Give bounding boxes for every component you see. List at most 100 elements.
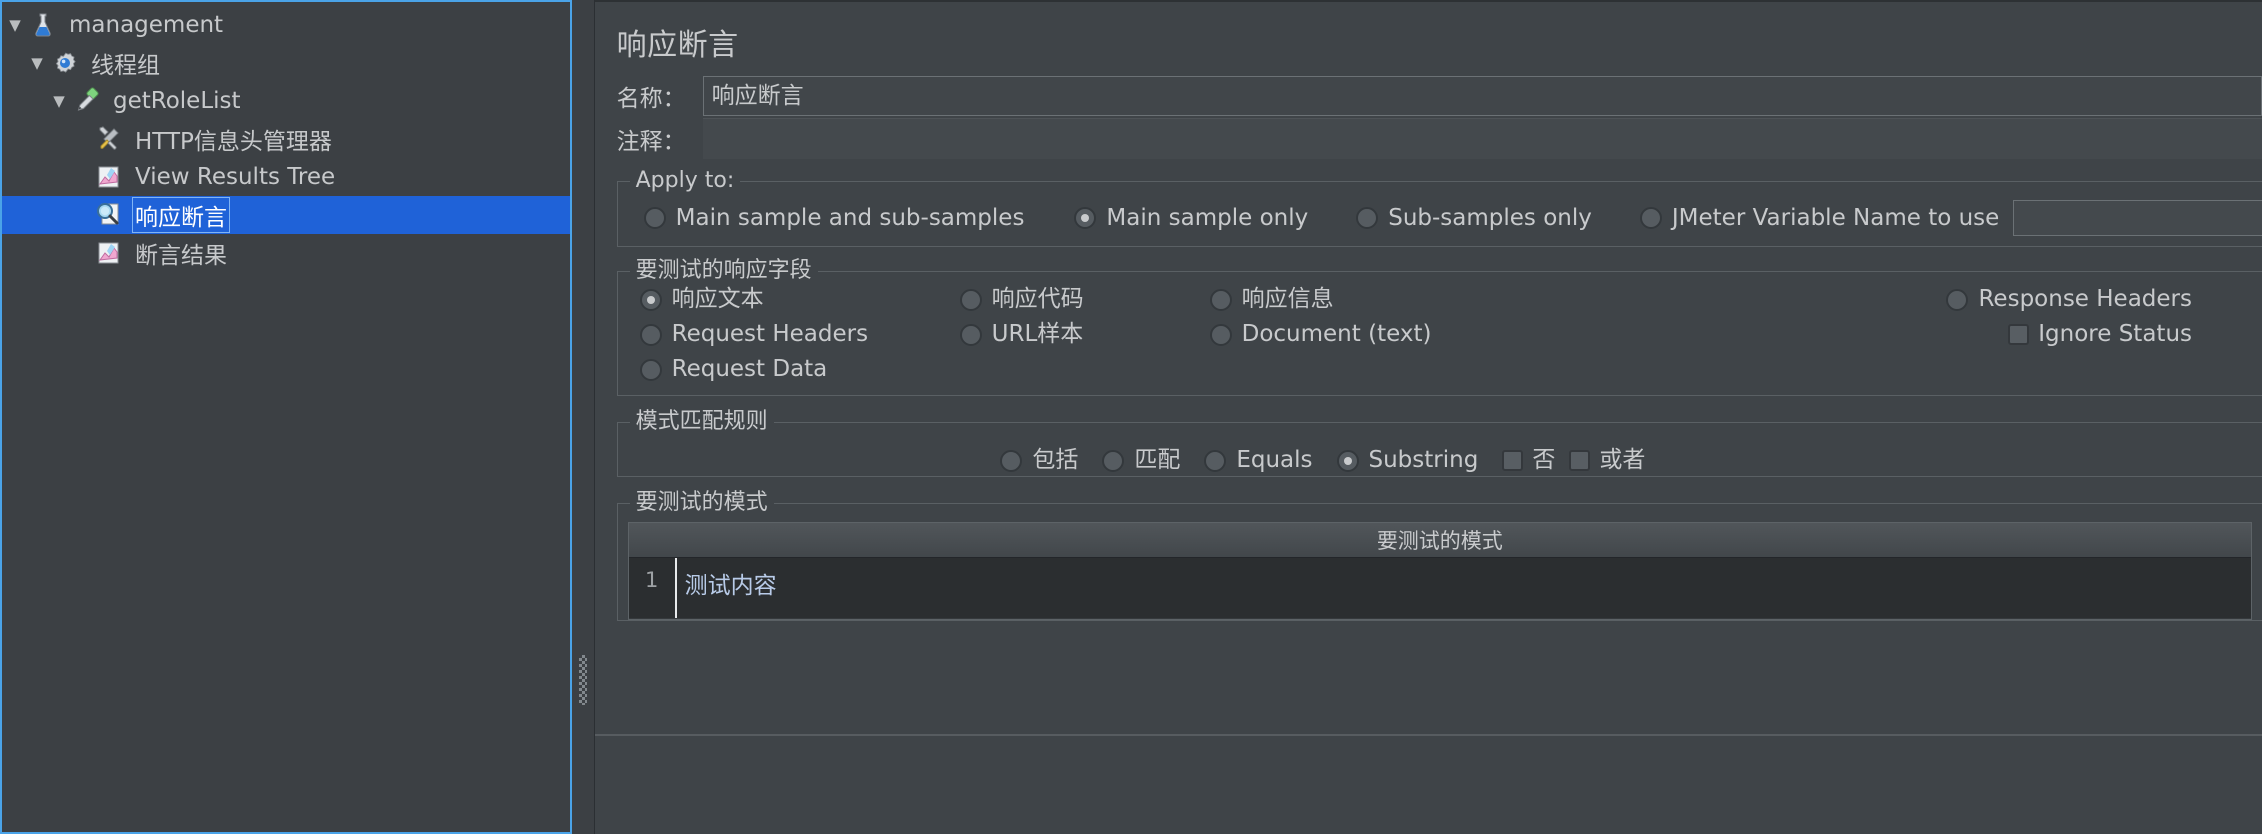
jmeter-window: ▼ management ▼ 线程组 ▼ getRoleList ▼HTTP信息头管理器▼V… (0, 0, 2262, 834)
pattern-rule-option-4[interactable]: 否 (1502, 449, 1555, 472)
radio-icon[interactable] (639, 288, 662, 311)
table-row[interactable]: 1 测试内容 (628, 558, 2251, 619)
radio-icon[interactable] (959, 288, 982, 311)
tree-item-5[interactable]: ▼响应断言 (2, 196, 570, 234)
apply-to-option-1-label: Main sample only (1106, 204, 1309, 231)
chart-icon (94, 238, 124, 268)
response-field-column2-option-1-label: URL样本 (991, 321, 1084, 347)
tree-item-label: management (69, 12, 224, 38)
tree-item-label: View Results Tree (135, 164, 336, 190)
pipette-icon (72, 86, 102, 116)
table-row-number: 1 (644, 568, 659, 592)
tree-item-label: getRoleList (113, 88, 241, 114)
test-plan-tree[interactable]: ▼ management ▼ 线程组 ▼ getRoleList ▼HTTP信息头管理器▼V… (2, 2, 570, 272)
tree-expand-toggle-icon[interactable]: ▼ (46, 92, 72, 110)
pattern-rule-option-5[interactable]: 或者 (1569, 449, 1645, 472)
pattern-rules-group: 模式匹配规则 包括 匹配 Equals Substring 否 或者 (616, 408, 2262, 477)
apply-to-option-3[interactable]: JMeter Variable Name to use (1639, 204, 2000, 231)
pattern-rule-option-3[interactable]: Substring (1336, 449, 1478, 472)
apply-to-option-2-label: Sub-samples only (1388, 204, 1592, 231)
radio-icon[interactable] (1204, 449, 1227, 472)
test-plan-tree-panel[interactable]: ▼ management ▼ 线程组 ▼ getRoleList ▼HTTP信息头管理器▼V… (0, 0, 572, 834)
tree-item-3[interactable]: ▼HTTP信息头管理器 (2, 120, 570, 158)
tree-expand-toggle-icon[interactable]: ▼ (24, 54, 50, 72)
apply-to-options[interactable]: Main sample and sub-samples Main sample o… (618, 196, 2262, 240)
patterns-group-title: 要测试的模式 (629, 489, 774, 517)
tree-item-4[interactable]: ▼View Results Tree (2, 158, 570, 196)
splitter-grip-icon[interactable] (578, 655, 587, 705)
checkbox-icon[interactable] (2008, 324, 2030, 345)
pattern-rule-option-1[interactable]: 匹配 (1102, 449, 1180, 472)
response-field-column1-option-1-label: Request Headers (671, 321, 869, 347)
pattern-rule-option-1-label: 匹配 (1134, 447, 1181, 473)
response-field-column-3[interactable]: 响应信息 Document (text) (1209, 282, 1530, 387)
radio-icon[interactable] (1074, 207, 1097, 229)
response-field-column-1[interactable]: 响应文本 Request Headers Request Data (618, 282, 960, 387)
response-field-column1-option-0[interactable]: 响应文本 (639, 282, 960, 317)
apply-to-option-0-label: Main sample and sub-samples (675, 204, 1025, 231)
comment-input[interactable] (702, 118, 2262, 159)
patterns-table-header: 要测试的模式 (628, 523, 2251, 558)
radio-icon[interactable] (1356, 207, 1379, 229)
name-label: 名称： (616, 86, 686, 112)
response-field-column2-option-1[interactable]: URL样本 (959, 317, 1210, 352)
pattern-rule-option-2-label: Equals (1236, 447, 1313, 473)
panel-splitter[interactable] (571, 0, 595, 834)
checkbox-icon[interactable] (1502, 450, 1524, 471)
comment-label: 注释： (616, 128, 686, 155)
radio-icon[interactable] (1639, 207, 1662, 229)
patterns-table[interactable]: 要测试的模式 1 测试内容 (627, 522, 2252, 620)
tree-item-label: 线程组 (91, 53, 160, 79)
checkbox-icon[interactable] (1569, 450, 1591, 471)
radio-icon[interactable] (959, 323, 982, 346)
response-field-column4-option-1[interactable]: Ignore Status (2008, 317, 2192, 352)
pattern-cell[interactable]: 测试内容 (674, 558, 2251, 618)
response-field-column3-option-0[interactable]: 响应信息 (1209, 282, 1530, 317)
patterns-table-body[interactable]: 1 测试内容 (628, 558, 2251, 619)
response-field-column-2[interactable]: 响应代码 URL样本 (959, 282, 1210, 387)
empty-bottom-area (594, 734, 2262, 834)
response-field-column2-option-0[interactable]: 响应代码 (959, 282, 1210, 317)
apply-to-option-3-label: JMeter Variable Name to use (1671, 204, 2000, 231)
pattern-rule-option-0[interactable]: 包括 (1000, 449, 1078, 472)
pattern-rules-options[interactable]: 包括 匹配 Equals Substring 否 或者 (618, 423, 2262, 476)
radio-icon[interactable] (1946, 288, 1969, 311)
chart-icon (94, 162, 124, 192)
tree-expand-toggle-icon[interactable]: ▼ (2, 16, 28, 34)
response-field-column1-option-2[interactable]: Request Data (639, 352, 960, 387)
tree-item-2[interactable]: ▼ getRoleList (2, 82, 570, 120)
radio-icon[interactable] (1209, 288, 1232, 311)
radio-icon[interactable] (1209, 323, 1232, 346)
response-field-column3-option-0-label: 响应信息 (1241, 286, 1334, 312)
comment-field-row: 注释： (595, 118, 2262, 159)
radio-icon[interactable] (639, 323, 662, 346)
response-field-column3-option-1[interactable]: Document (text) (1209, 317, 1530, 352)
radio-icon[interactable] (1000, 449, 1023, 472)
pattern-rule-option-4-label: 否 (1532, 447, 1556, 473)
page-title: 响应断言 (616, 28, 739, 63)
tools-icon (94, 124, 124, 154)
jmeter-variable-name-input[interactable] (2013, 200, 2262, 236)
gear-icon (50, 48, 80, 78)
name-input[interactable]: 响应断言 (702, 76, 2262, 116)
response-field-column4-option-0[interactable]: Response Headers (1946, 282, 2192, 317)
pattern-rules-group-title: 模式匹配规则 (629, 408, 774, 436)
tree-item-6[interactable]: ▼断言结果 (2, 234, 570, 272)
tree-item-1[interactable]: ▼ 线程组 (2, 44, 570, 82)
pattern-rule-option-2[interactable]: Equals (1204, 447, 1313, 473)
radio-icon[interactable] (1336, 449, 1359, 472)
patterns-group: 要测试的模式 要测试的模式 1 测试内容 (616, 489, 2262, 621)
apply-to-group-title: Apply to: (629, 167, 741, 195)
apply-to-option-1[interactable]: Main sample only (1074, 204, 1309, 231)
response-field-column1-option-1[interactable]: Request Headers (639, 317, 960, 352)
apply-to-option-0[interactable]: Main sample and sub-samples (643, 204, 1025, 231)
apply-to-option-2[interactable]: Sub-samples only (1356, 204, 1592, 231)
tree-item-0[interactable]: ▼ management (2, 6, 570, 44)
response-field-column4-option-1-label: Ignore Status (2038, 321, 2192, 347)
radio-icon[interactable] (643, 207, 666, 229)
radio-icon[interactable] (1102, 449, 1125, 472)
radio-icon[interactable] (639, 358, 662, 381)
response-field-column-4[interactable]: Response Headers Ignore Status (1530, 282, 2262, 387)
response-field-column1-option-2-label: Request Data (671, 356, 828, 382)
response-field-column4-option-0-label: Response Headers (1978, 286, 2192, 312)
